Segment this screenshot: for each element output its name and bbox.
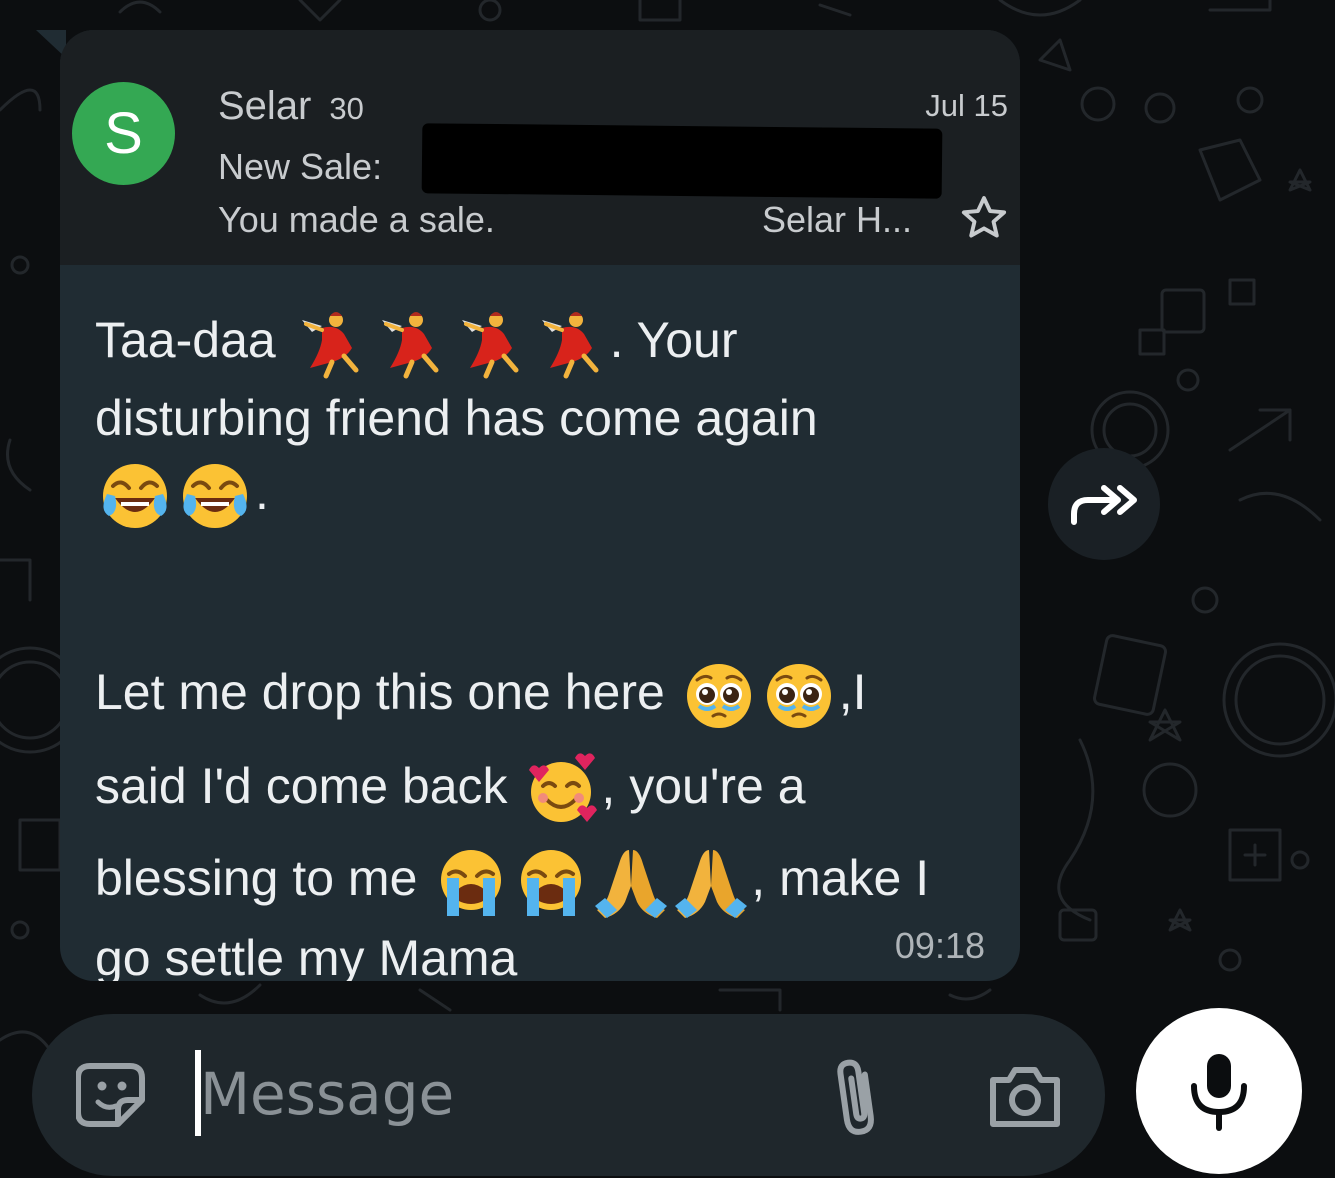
email-snippet: You made a sale.: [218, 199, 495, 240]
message-line-text: , make I: [751, 850, 930, 906]
forward-icon: [1071, 485, 1137, 525]
message-composer: [32, 1014, 1105, 1176]
message-line-text: ,I: [838, 664, 867, 720]
message-line: go settle my Mama: [95, 923, 517, 981]
paperclip-icon[interactable]: [828, 1056, 884, 1140]
message-line: said I'd come back , you're a: [95, 751, 806, 822]
message-line-text: said I'd come back: [95, 758, 522, 814]
loudly-crying-emoji: [513, 844, 589, 920]
message-line: disturbing friend has come again: [95, 383, 818, 453]
email-subject: New Sale:: [218, 145, 382, 189]
sender-line: Selar 30: [218, 82, 364, 133]
loudly-crying-emoji: [433, 844, 509, 920]
folded-hands-emoji: [593, 844, 669, 920]
message-bubble[interactable]: S Selar 30 Jul 15 New Sale: You made a sa…: [60, 30, 1020, 981]
message-time: 09:18: [894, 925, 985, 966]
pleading-face-emoji: [761, 658, 837, 734]
message-line: blessing to me , make I: [95, 843, 930, 918]
message-line: .: [95, 457, 269, 528]
chat-screen: S Selar 30 Jul 15 New Sale: You made a sa…: [0, 0, 1335, 1178]
tears-of-joy-emoji: [97, 458, 173, 534]
message-line: Let me drop this one here ,I: [95, 657, 867, 728]
woman-dancing-emoji: [452, 306, 528, 382]
email-preview-card[interactable]: S Selar 30 Jul 15 New Sale: You made a sa…: [60, 30, 1020, 265]
message-line-text: . Your: [609, 312, 738, 368]
star-outline-icon[interactable]: [958, 192, 1010, 244]
redaction-mark: [421, 123, 943, 199]
message-line-text: go settle my Mama: [95, 930, 518, 981]
message-line-text: disturbing friend has come again: [95, 390, 818, 446]
pleading-face-emoji: [681, 658, 757, 734]
woman-dancing-emoji: [532, 306, 608, 382]
folded-hands-emoji: [673, 844, 749, 920]
microphone-icon: [1191, 1054, 1247, 1131]
sticker-icon[interactable]: [76, 1058, 150, 1132]
camera-icon[interactable]: [987, 1060, 1063, 1132]
thread-count: 30: [329, 91, 364, 126]
forward-button[interactable]: [1048, 448, 1160, 560]
message-line-text: blessing to me: [95, 850, 432, 906]
woman-dancing-emoji: [372, 306, 448, 382]
subject-prefix: New Sale:: [218, 146, 383, 187]
woman-dancing-emoji: [292, 306, 368, 382]
message-line-text: Let me drop this one here: [95, 664, 679, 720]
email-date: Jul 15: [925, 88, 1008, 123]
message-line-text: .: [255, 464, 269, 520]
sender-avatar: S: [72, 82, 175, 185]
smiling-face-with-hearts-emoji: [523, 752, 599, 828]
message-line: Taa-daa . Your: [95, 305, 738, 379]
message-input[interactable]: [200, 1049, 760, 1139]
message-line-text: Taa-daa: [95, 312, 290, 368]
message-line-text: , you're a: [601, 758, 806, 814]
tears-of-joy-emoji: [177, 458, 253, 534]
voice-record-button[interactable]: [1136, 1008, 1302, 1174]
sender-name: Selar: [218, 84, 312, 128]
email-label: Selar H...: [762, 199, 913, 240]
